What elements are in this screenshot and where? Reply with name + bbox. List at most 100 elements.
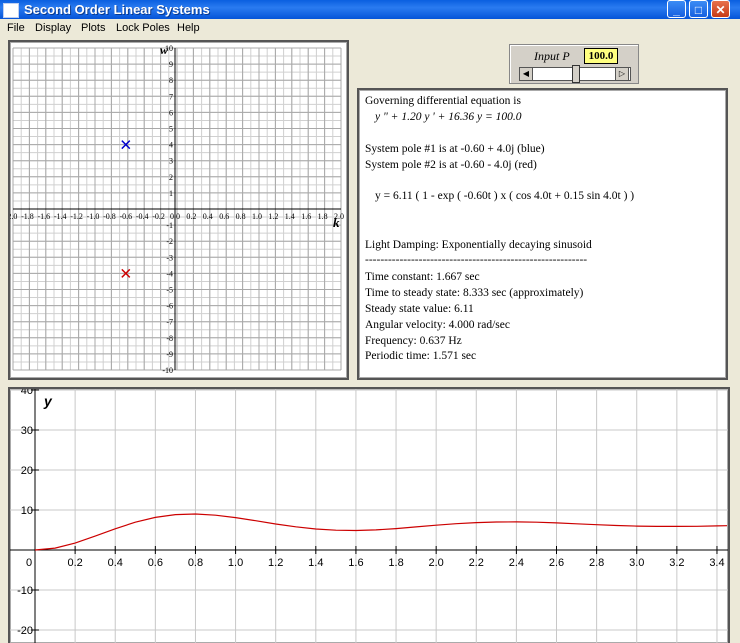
x-tick-label: 1.6 <box>348 557 363 569</box>
menu-bar: File Display Plots Lock Poles Help <box>0 19 740 39</box>
y-tick-label: 10 <box>21 505 33 517</box>
window-title: Second Order Linear Systems <box>24 2 210 17</box>
title-bar: Second Order Linear Systems _ □ ✕ <box>0 0 740 19</box>
menu-display[interactable]: Display <box>35 22 71 34</box>
time-constant: Time constant: 1.667 sec <box>365 271 480 283</box>
x-tick-label: 1.4 <box>308 557 323 569</box>
x-tick-label: -0.8 <box>103 212 116 221</box>
y-tick-label: -4 <box>166 269 173 278</box>
x-tick-label: 0.2 <box>67 557 82 569</box>
x-tick-label: 0.6 <box>148 557 163 569</box>
damping-type: Light Damping: Exponentially decaying si… <box>365 239 592 251</box>
x-tick-label: 0 <box>26 557 32 569</box>
x-tick-label: 1.8 <box>388 557 403 569</box>
x-tick-label: -1.2 <box>70 212 83 221</box>
x-tick-label: -1.6 <box>37 212 50 221</box>
y-tick-label: 9 <box>169 60 173 69</box>
x-tick-label: 1.2 <box>268 212 278 221</box>
x-tick-label: -0.2 <box>152 212 165 221</box>
x-tick-label: 2.6 <box>549 557 564 569</box>
x-tick-label: -1.8 <box>21 212 34 221</box>
y-tick-label: 5 <box>169 125 173 134</box>
x-tick-label: 3.2 <box>669 557 684 569</box>
x-tick-label: 0.0 <box>170 212 180 221</box>
input-p-value[interactable]: 100.0 <box>584 48 618 64</box>
frequency: Frequency: 0.637 Hz <box>365 335 462 347</box>
y-tick-label: 30 <box>21 425 33 437</box>
x-tick-label: 1.4 <box>285 212 295 221</box>
x-tick-label: 2.4 <box>509 557 524 569</box>
y-tick-label: 20 <box>21 465 33 477</box>
steady-state-value: Steady state value: 6.11 <box>365 303 474 315</box>
y-tick-label: -10 <box>17 585 33 597</box>
y-tick-label: -10 <box>162 366 173 375</box>
pole1-text: System pole #1 is at -0.60 + 4.0j (blue) <box>365 143 545 155</box>
response-plot-panel: 40 30 20 10 -10 -20 0 0.2 0.4 0.6 0.8 1.0 1.2 1.4 1.6 1… <box>8 387 730 643</box>
y-tick-label: 4 <box>169 141 173 150</box>
periodic-time: Periodic time: 1.571 sec <box>365 350 477 362</box>
pole-plot-panel: -2.0 -1.8-1.6 -1.4-1.2 -1.0-0.8-0.6 -0.4-0.2… <box>8 40 349 380</box>
y-tick-label: 2 <box>169 173 173 182</box>
x-tick-label: 3.0 <box>629 557 644 569</box>
differential-equation: y " + 1.20 y ' + 16.36 y = 100.0 <box>375 111 522 123</box>
info-divider: ----------------------------------------… <box>365 254 588 266</box>
x-tick-label: 2.0 <box>429 557 444 569</box>
close-button[interactable]: ✕ <box>711 0 730 18</box>
x-tick-label: 1.8 <box>318 212 328 221</box>
y-tick-label: 8 <box>169 76 173 85</box>
menu-lock-poles[interactable]: Lock Poles <box>116 22 170 34</box>
y-tick-label: 3 <box>169 157 173 166</box>
y-tick-label: -7 <box>166 318 173 327</box>
solution-equation: y = 6.11 ( 1 - exp ( -0.60t ) x ( cos 4.… <box>375 190 635 202</box>
pole-plot[interactable]: -2.0 -1.8-1.6 -1.4-1.2 -1.0-0.8-0.6 -0.4-0.2… <box>10 42 347 378</box>
x-tick-label: 1.0 <box>228 557 243 569</box>
x-tick-label: 1.2 <box>268 557 283 569</box>
x-tick-label: -0.6 <box>119 212 132 221</box>
info-heading: Governing differential equation is <box>365 95 521 107</box>
y-tick-label: 40 <box>21 389 33 397</box>
input-p-control: Input P 100.0 ◀ ▷ <box>509 44 639 84</box>
angular-velocity: Angular velocity: 4.000 rad/sec <box>365 319 510 331</box>
x-tick-label: 0.6 <box>219 212 229 221</box>
y-tick-label: -9 <box>166 350 173 359</box>
x-tick-label: 1.0 <box>252 212 262 221</box>
y-tick-label: 1 <box>169 189 173 198</box>
y-tick-label: -8 <box>166 334 173 343</box>
x-tick-label: -2.0 <box>10 212 17 221</box>
x-tick-label: 2.8 <box>589 557 604 569</box>
y-tick-label: -2 <box>166 237 173 246</box>
y-tick-label: -6 <box>166 302 173 311</box>
y-axis-label: y <box>43 393 53 409</box>
x-tick-label: -1.0 <box>87 212 100 221</box>
x-tick-label: 0.2 <box>186 212 196 221</box>
steady-state-time: Time to steady state: 8.333 sec (approxi… <box>365 287 584 299</box>
minimize-button[interactable]: _ <box>667 0 686 18</box>
x-tick-label: 0.4 <box>203 212 213 221</box>
menu-file[interactable]: File <box>7 22 25 34</box>
app-icon <box>3 3 19 18</box>
x-tick-label: 3.4 <box>709 557 724 569</box>
x-tick-label: 2.2 <box>469 557 484 569</box>
x-tick-label: 0.8 <box>236 212 246 221</box>
y-tick-label: -5 <box>166 286 173 295</box>
y-axis-label: w <box>160 43 169 57</box>
x-tick-label: 1.6 <box>301 212 311 221</box>
y-tick-label: 7 <box>169 92 173 101</box>
x-tick-label: -1.4 <box>54 212 67 221</box>
slider-left-arrow-icon[interactable]: ◀ <box>519 67 533 81</box>
response-curve <box>34 513 728 551</box>
menu-plots[interactable]: Plots <box>81 22 105 34</box>
x-axis-label: k <box>333 215 340 230</box>
y-tick-label: -3 <box>166 253 173 262</box>
response-plot[interactable]: 40 30 20 10 -10 -20 0 0.2 0.4 0.6 0.8 1.0 1.2 1.4 1.6 1… <box>10 389 728 643</box>
input-p-label: Input P <box>534 49 570 63</box>
input-p-slider-thumb[interactable] <box>572 65 580 83</box>
y-tick-label: -20 <box>17 625 33 637</box>
menu-help[interactable]: Help <box>177 22 200 34</box>
slider-right-arrow-icon[interactable]: ▷ <box>615 67 629 81</box>
pole2-text: System pole #2 is at -0.60 - 4.0j (red) <box>365 159 537 171</box>
y-tick-label: 6 <box>169 108 173 117</box>
maximize-button[interactable]: □ <box>689 0 708 18</box>
x-tick-label: -0.4 <box>136 212 149 221</box>
x-tick-label: 0.8 <box>188 557 203 569</box>
